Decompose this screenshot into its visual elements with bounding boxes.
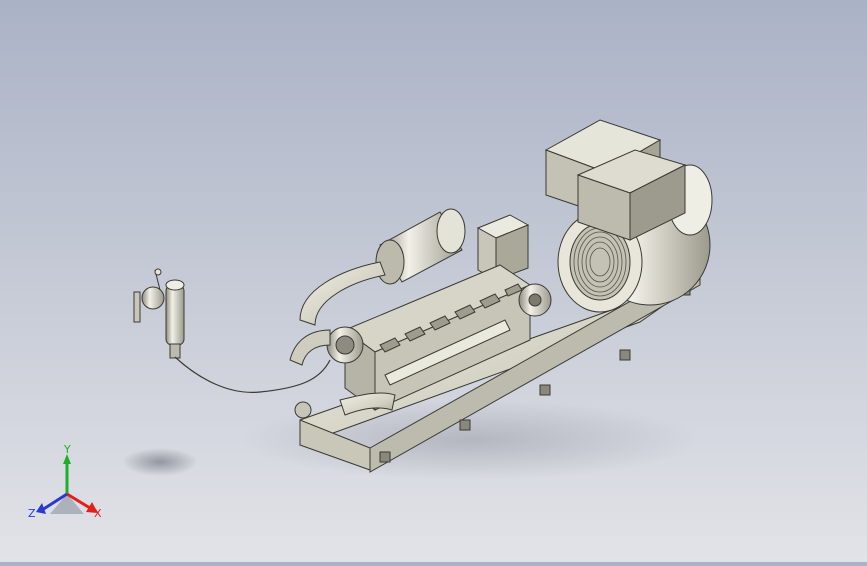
triad-base [50,494,84,514]
floor-shadow [122,448,198,476]
y-axis-label: Y [63,443,71,456]
remote-filter-unit[interactable] [133,268,185,359]
graphics-viewport[interactable]: Y X Z [0,0,867,562]
connection-cable[interactable] [174,356,331,393]
axis-triad: Y X Z [28,443,102,520]
air-filter-housing[interactable] [375,208,466,285]
cad-model-view[interactable] [0,0,867,562]
flywheel-housing[interactable] [518,283,552,317]
x-axis-label: X [94,507,102,520]
terminal-box[interactable] [544,119,687,241]
z-axis-label: Z [28,507,36,520]
